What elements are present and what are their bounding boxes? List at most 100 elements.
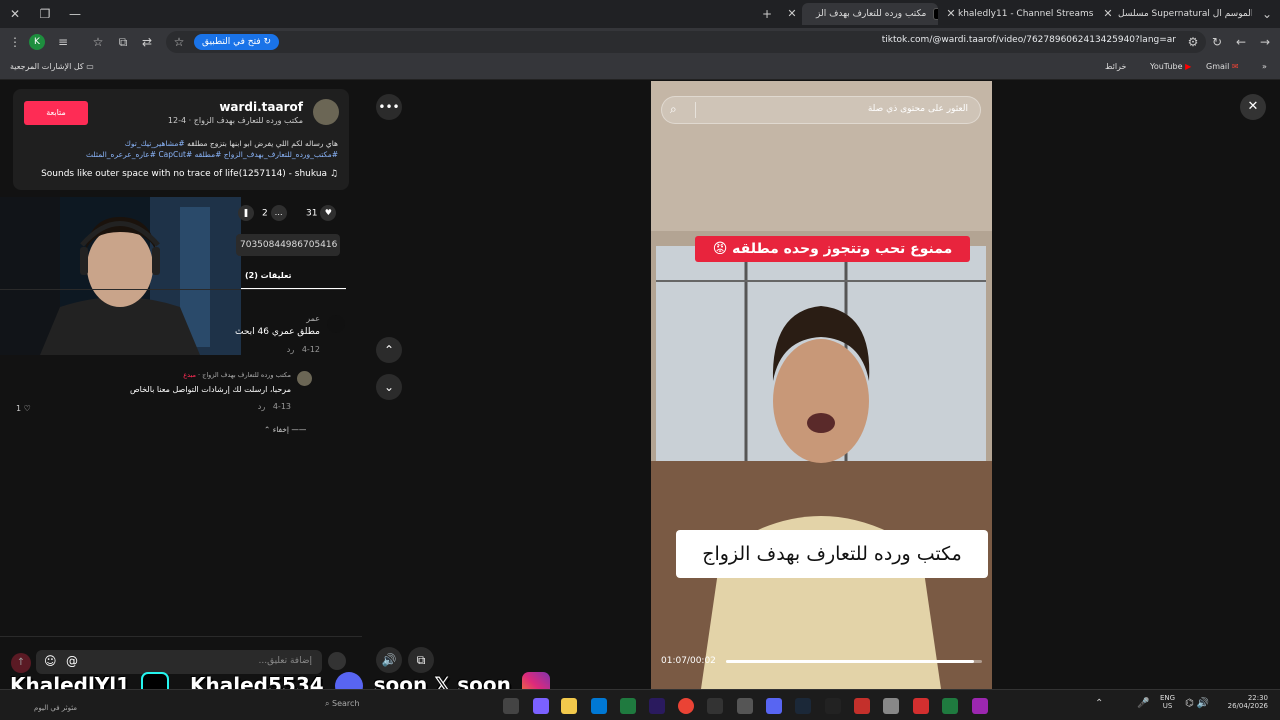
extensions-icon[interactable]: ⧉	[114, 33, 132, 51]
close-window-icon[interactable]: ✕	[6, 5, 24, 23]
app-icon[interactable]	[503, 698, 519, 714]
comment-author[interactable]: مكتب ورده للتعارف بهدف الزواج · مبدع	[183, 371, 291, 379]
all-bookmarks-folder[interactable]: كل الإشارات المرجعية ▭	[10, 60, 94, 74]
comment-like[interactable]: 1 ♡	[16, 404, 31, 413]
new-tab-icon[interactable]: +	[758, 5, 776, 23]
reply-link[interactable]: رد	[287, 345, 294, 354]
video-progress-bar[interactable]	[726, 660, 982, 663]
volume-icon[interactable]: 🔊	[376, 647, 402, 673]
weather-widget[interactable]: مئوثر في اليوم	[34, 704, 77, 712]
tab-search-icon[interactable]: ⌄	[1258, 5, 1276, 23]
bookmark-star-icon[interactable]: ☆	[170, 33, 188, 51]
app-icon[interactable]	[825, 698, 841, 714]
previous-video-chevron-up-icon[interactable]: ⌃	[376, 337, 402, 363]
bookmark-action[interactable]: ❚	[238, 205, 254, 221]
author-avatar[interactable]	[313, 99, 339, 125]
webcam-image	[0, 197, 241, 355]
reading-list-icon[interactable]: ≡	[54, 33, 72, 51]
hashtag-link[interactable]: #مشاهير_تيك_توك	[125, 139, 185, 148]
divider	[695, 102, 696, 118]
app-icon[interactable]	[737, 698, 753, 714]
more-options-icon[interactable]: •••	[376, 94, 402, 120]
tab-close-icon[interactable]: ✕	[1100, 3, 1116, 25]
steam-icon[interactable]	[795, 698, 811, 714]
minimize-window-icon[interactable]: —	[66, 5, 84, 23]
address-bar[interactable]: ☆ فتح في التطبيق ↻ tiktok.com/@wardi.taa…	[166, 31, 1206, 53]
store-icon[interactable]	[591, 698, 607, 714]
app-icon[interactable]	[913, 698, 929, 714]
picture-in-picture-icon[interactable]: ⧉	[408, 647, 434, 673]
comment-author[interactable]: عمر	[306, 314, 320, 323]
mention-icon[interactable]: @	[66, 654, 78, 668]
tab-kick[interactable]: khaledly11 - Channel Streams o	[958, 3, 1094, 25]
search-icon[interactable]: ⌕	[670, 102, 677, 117]
bookmarks-bar: كل الإشارات المرجعية ▭ خرائط YouTube ▶ G…	[0, 56, 1280, 80]
reply-link[interactable]: رد	[258, 402, 265, 411]
like-action[interactable]: 31 ♥	[306, 205, 337, 221]
tab-close-icon[interactable]: ✕	[943, 3, 959, 25]
post-comment-button[interactable]: ↑	[11, 653, 31, 673]
translate-icon[interactable]: ⇄	[138, 33, 156, 51]
app-icon[interactable]	[972, 698, 988, 714]
app-icon[interactable]	[854, 698, 870, 714]
bookmarks-icon[interactable]: ☆	[89, 33, 107, 51]
bookmarks-overflow-icon[interactable]: »	[1262, 60, 1267, 74]
clock[interactable]: 22:30 26/04/2026	[1222, 694, 1268, 710]
taskbar-search[interactable]: ⌕ Search	[325, 699, 360, 709]
tab-close-icon[interactable]: ✕	[784, 3, 800, 25]
divider	[0, 289, 346, 290]
video-caption-top: ممنوع تحب وتتجوز وحده مطلقه 😡	[695, 236, 970, 262]
emoji-icon[interactable]: ☺	[44, 654, 57, 668]
hashtag-links[interactable]: #مكتب_ورده_للتعارف_بهدف_الزواج #مطلقه #C…	[38, 149, 338, 160]
bookmark-maps[interactable]: خرائط	[1105, 60, 1126, 74]
file-explorer-icon[interactable]	[561, 698, 577, 714]
next-video-chevron-down-icon[interactable]: ⌄	[376, 374, 402, 400]
forward-icon[interactable]: ←	[1232, 33, 1250, 51]
premiere-icon[interactable]	[649, 698, 665, 714]
gmail-icon: ✉	[1231, 62, 1239, 71]
reload-icon[interactable]: ↻	[1208, 33, 1226, 51]
commenter-avatar[interactable]	[327, 315, 345, 333]
comment-date: 4-12	[301, 345, 320, 354]
folder-icon: ▭	[86, 62, 94, 71]
app-icon[interactable]	[942, 698, 958, 714]
author-username[interactable]: wardi.taarof	[219, 100, 303, 114]
description-text: هاي رساله لكم اللي يفرض ابو ابنها بتزوج …	[187, 139, 338, 148]
settings-icon[interactable]	[883, 698, 899, 714]
url-text[interactable]: tiktok.com/@wardi.taarof/video/762789606…	[882, 35, 1176, 45]
network-volume-icons[interactable]: ⌬ 🔊	[1185, 698, 1209, 709]
bookmark-label: YouTube	[1150, 62, 1183, 71]
excel-icon[interactable]	[620, 698, 636, 714]
hide-replies-button[interactable]: ⌃ إخفاء ——	[264, 425, 306, 434]
follow-button[interactable]: متابعة	[24, 101, 88, 125]
copilot-icon[interactable]	[533, 698, 549, 714]
all-bookmarks-label: كل الإشارات المرجعية	[10, 62, 84, 71]
tab-tiktok[interactable]: مكتب ورده للتعارف بهدف الز	[802, 3, 938, 25]
restore-window-icon[interactable]: ❐	[36, 5, 54, 23]
comment-input[interactable]: ☺ @ إضافة تعليق...	[36, 650, 322, 674]
tab-comments[interactable]: تعليقات (2)	[241, 265, 346, 290]
bookmark-gmail[interactable]: Gmail ✉	[1206, 60, 1239, 74]
profile-avatar[interactable]: K	[29, 34, 45, 50]
chrome-icon[interactable]	[678, 698, 694, 714]
music-link[interactable]: Sounds like outer space with no trace of…	[41, 169, 338, 179]
close-video-icon[interactable]: ✕	[1240, 94, 1266, 120]
menu-icon[interactable]: ⋮	[6, 33, 24, 51]
comment-action[interactable]: 2 …	[262, 205, 287, 221]
microphone-icon[interactable]: 🎤	[1137, 698, 1149, 709]
copy-link-field[interactable]: 70350844986705416	[236, 234, 340, 256]
video-player[interactable]: ⌕ العثور على محتوى ذي صلة ممنوع تحب وتتج…	[651, 81, 992, 689]
tray-chevron-up-icon[interactable]: ⌃	[1095, 698, 1103, 709]
browser-toolbar: ⋮ K ≡ ☆ ⧉ ⇄ ☆ فتح في التطبيق ↻ tiktok.co…	[0, 28, 1280, 56]
discord-taskbar-icon[interactable]	[766, 698, 782, 714]
commenter-avatar[interactable]	[297, 371, 312, 386]
back-icon[interactable]: →	[1256, 33, 1274, 51]
site-settings-icon[interactable]: ⚙	[1184, 33, 1202, 51]
app-icon[interactable]	[707, 698, 723, 714]
tab-supernatural[interactable]: مسلسل Supernatural الموسم ال	[1118, 3, 1252, 25]
related-search-bar[interactable]: ⌕ العثور على محتوى ذي صلة	[661, 96, 981, 124]
clock-time: 22:30	[1247, 694, 1268, 702]
bookmark-youtube[interactable]: YouTube ▶	[1150, 60, 1191, 74]
language-indicator[interactable]: ENG US	[1160, 694, 1175, 710]
open-in-app-button[interactable]: فتح في التطبيق ↻	[194, 34, 280, 50]
